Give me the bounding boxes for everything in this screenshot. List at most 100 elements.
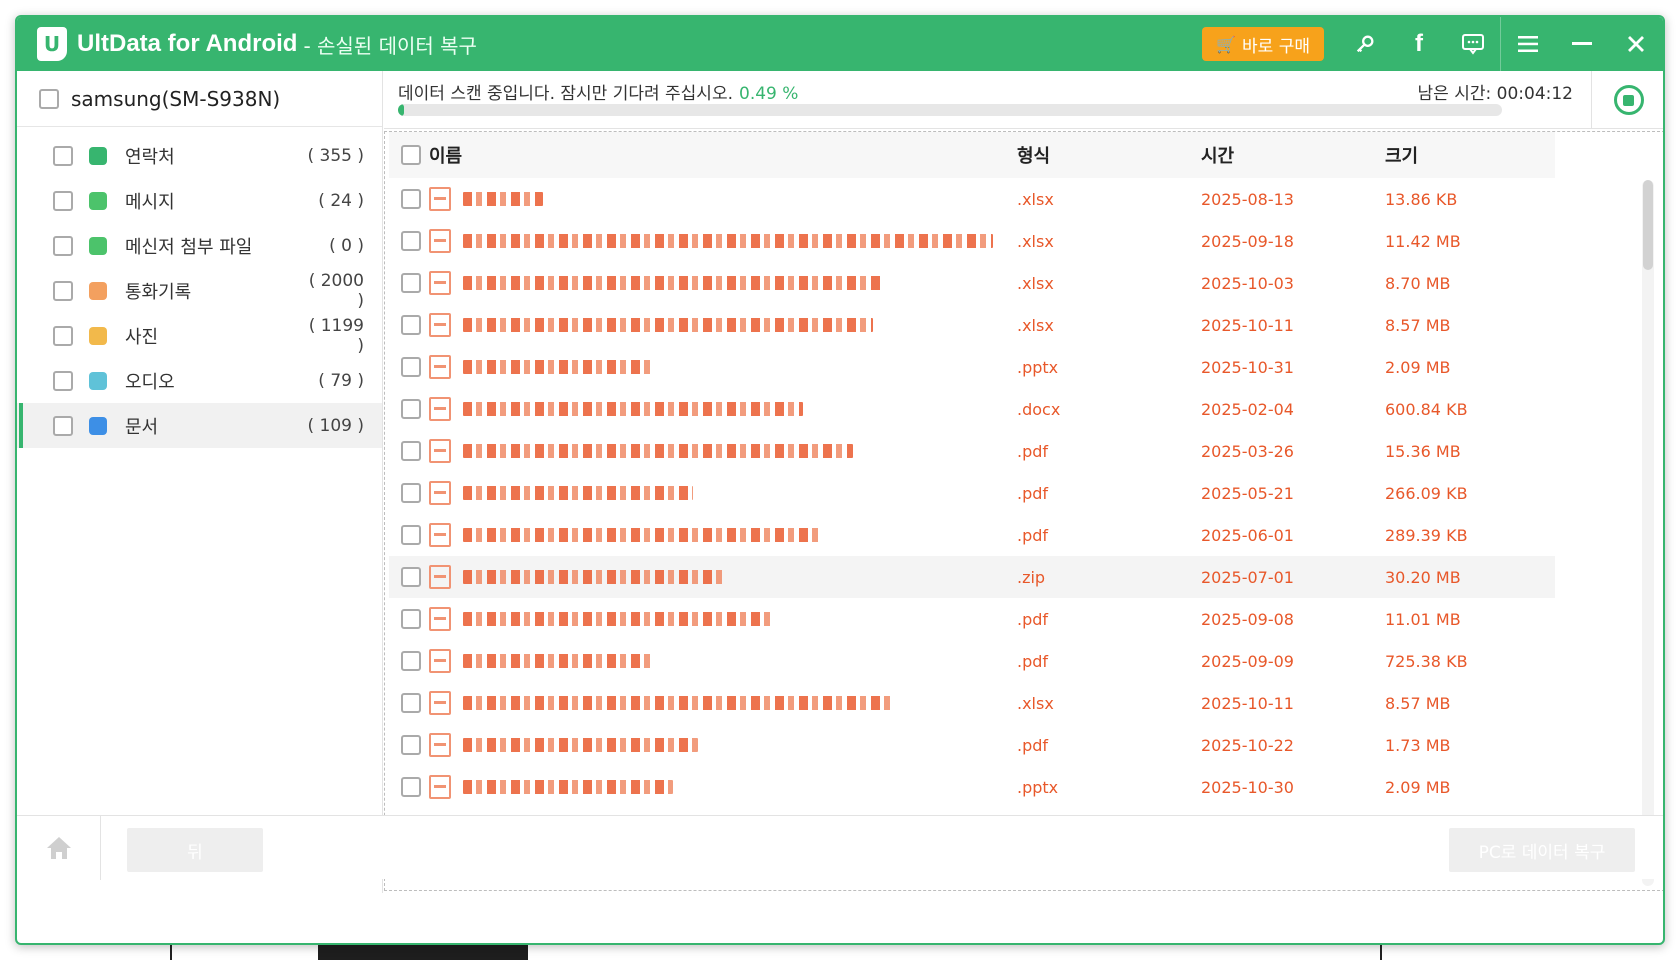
file-size: 8.70 MB xyxy=(1385,273,1451,293)
file-icon xyxy=(429,523,451,547)
file-time: 2025-10-11 xyxy=(1201,693,1294,713)
category-checkbox[interactable] xyxy=(53,280,73,301)
header-name[interactable]: 이름 xyxy=(429,142,1017,168)
table-row[interactable]: .pdf 2025-09-08 11.01 MB xyxy=(389,598,1555,640)
file-time: 2025-10-03 xyxy=(1201,273,1294,293)
file-table: 이름 형식 시간 크기 .xlsx 2025-08-13 13.86 KB .xlsx… xyxy=(384,131,1663,891)
row-checkbox[interactable] xyxy=(401,441,421,461)
device-checkbox[interactable] xyxy=(39,88,59,109)
stop-icon xyxy=(1623,94,1634,106)
home-button[interactable] xyxy=(17,816,101,880)
row-checkbox[interactable] xyxy=(401,315,421,335)
document-icon xyxy=(89,416,107,435)
table-body: .xlsx 2025-08-13 13.86 KB .xlsx 2025-09-18 11… xyxy=(385,178,1663,808)
row-checkbox[interactable] xyxy=(401,651,421,671)
table-row[interactable]: .docx 2025-02-04 600.84 KB xyxy=(389,388,1555,430)
row-checkbox[interactable] xyxy=(401,735,421,755)
table-row[interactable]: .pptx 2025-10-31 2.09 MB xyxy=(389,346,1555,388)
sidebar-item[interactable]: 메신저 첨부 파일 ( 0 ) xyxy=(17,223,382,268)
table-row[interactable]: .pdf 2025-10-22 1.73 MB xyxy=(389,724,1555,766)
file-name-cell xyxy=(429,523,1017,547)
category-label: 통화기록 xyxy=(125,281,192,303)
row-checkbox[interactable] xyxy=(401,483,421,503)
file-name-cell xyxy=(429,355,1017,379)
row-checkbox[interactable] xyxy=(401,273,421,293)
row-checkbox[interactable] xyxy=(401,525,421,545)
recover-to-pc-button[interactable]: PC로 데이터 복구 xyxy=(1449,828,1635,872)
row-checkbox[interactable] xyxy=(401,399,421,419)
close-icon[interactable] xyxy=(1609,17,1663,71)
remaining-time: 남은 시간: 00:04:12 xyxy=(1418,79,1573,104)
header-time[interactable]: 시간 xyxy=(1201,142,1385,168)
header-type[interactable]: 형식 xyxy=(1017,142,1201,168)
category-checkbox[interactable] xyxy=(53,145,73,166)
row-checkbox[interactable] xyxy=(401,567,421,587)
file-name-redacted xyxy=(463,738,698,752)
table-header: 이름 형식 시간 크기 xyxy=(389,132,1555,178)
category-checkbox[interactable] xyxy=(53,325,73,346)
sidebar-item[interactable]: 통화기록 ( 2000 ) xyxy=(17,268,382,313)
table-row[interactable]: .pdf 2025-03-26 15.36 MB xyxy=(389,430,1555,472)
audio-icon xyxy=(89,371,107,390)
category-checkbox[interactable] xyxy=(53,190,73,211)
header-size[interactable]: 크기 xyxy=(1385,142,1555,168)
file-icon xyxy=(429,565,451,589)
category-checkbox[interactable] xyxy=(53,370,73,391)
table-row[interactable]: .xlsx 2025-08-13 13.86 KB xyxy=(389,178,1555,220)
file-name-redacted xyxy=(463,570,723,584)
file-icon xyxy=(429,355,451,379)
row-checkbox[interactable] xyxy=(401,189,421,209)
minimize-icon[interactable] xyxy=(1555,17,1609,71)
table-row[interactable]: .xlsx 2025-09-18 11.42 MB xyxy=(389,220,1555,262)
facebook-icon[interactable]: f xyxy=(1392,17,1446,71)
row-checkbox[interactable] xyxy=(401,777,421,797)
category-checkbox[interactable] xyxy=(53,415,73,436)
file-name-cell xyxy=(429,271,1017,295)
table-scrollbar[interactable] xyxy=(1642,180,1654,886)
sidebar-item[interactable]: 오디오 ( 79 ) xyxy=(17,358,382,403)
table-row[interactable]: .pdf 2025-09-09 725.38 KB xyxy=(389,640,1555,682)
table-row[interactable]: .pptx 2025-10-30 2.09 MB xyxy=(389,766,1555,808)
table-row[interactable]: .pdf 2025-06-01 289.39 KB xyxy=(389,514,1555,556)
category-label: 연락처 xyxy=(125,146,175,168)
scrollbar-thumb[interactable] xyxy=(1643,180,1653,270)
file-size: 289.39 KB xyxy=(1385,525,1468,545)
menu-icon[interactable] xyxy=(1501,17,1555,71)
sidebar-item[interactable]: 사진 ( 1199 ) xyxy=(17,313,382,358)
table-row[interactable]: .zip 2025-07-01 30.20 MB xyxy=(389,556,1555,598)
table-row[interactable]: .xlsx 2025-10-11 8.57 MB xyxy=(389,682,1555,724)
table-row[interactable]: .xlsx 2025-10-03 8.70 MB xyxy=(389,262,1555,304)
app-title: UltData for Android xyxy=(77,30,298,57)
file-name-redacted xyxy=(463,276,883,290)
file-type: .xlsx xyxy=(1017,231,1054,251)
row-checkbox[interactable] xyxy=(401,693,421,713)
scan-progress-bar xyxy=(398,104,1502,116)
feedback-icon[interactable] xyxy=(1446,17,1500,71)
category-label: 메신저 첨부 파일 xyxy=(125,236,253,258)
file-size: 266.09 KB xyxy=(1385,483,1468,503)
sidebar-item[interactable]: 메시지 ( 24 ) xyxy=(17,178,382,223)
row-checkbox[interactable] xyxy=(401,231,421,251)
remaining-label: 남은 시간: xyxy=(1417,84,1492,104)
category-checkbox[interactable] xyxy=(53,235,73,256)
key-icon[interactable] xyxy=(1338,17,1392,71)
sidebar-item[interactable]: 문서 ( 109 ) xyxy=(17,403,382,448)
photo-icon xyxy=(89,326,107,345)
file-size: 8.57 MB xyxy=(1385,693,1451,713)
select-all-checkbox[interactable] xyxy=(401,145,421,165)
table-row[interactable]: .xlsx 2025-10-11 8.57 MB xyxy=(389,304,1555,346)
scan-status-text: 데이터 스캔 중입니다. 잠시만 기다려 주십시오. xyxy=(398,84,733,104)
category-count: ( 2000 ) xyxy=(308,270,364,311)
row-checkbox[interactable] xyxy=(401,357,421,377)
table-row[interactable]: .pdf 2025-05-21 266.09 KB xyxy=(389,472,1555,514)
file-type: .pdf xyxy=(1017,525,1049,545)
buy-now-button[interactable]: 🛒 바로 구매 xyxy=(1202,27,1324,61)
call-log-icon xyxy=(89,281,107,300)
stop-scan-button[interactable] xyxy=(1613,85,1644,115)
file-icon xyxy=(429,481,451,505)
sidebar-item[interactable]: 연락처 ( 355 ) xyxy=(17,133,382,178)
file-type: .pdf xyxy=(1017,441,1049,461)
row-checkbox[interactable] xyxy=(401,609,421,629)
file-name-redacted xyxy=(463,612,773,626)
back-button[interactable]: 뒤 xyxy=(127,828,263,872)
